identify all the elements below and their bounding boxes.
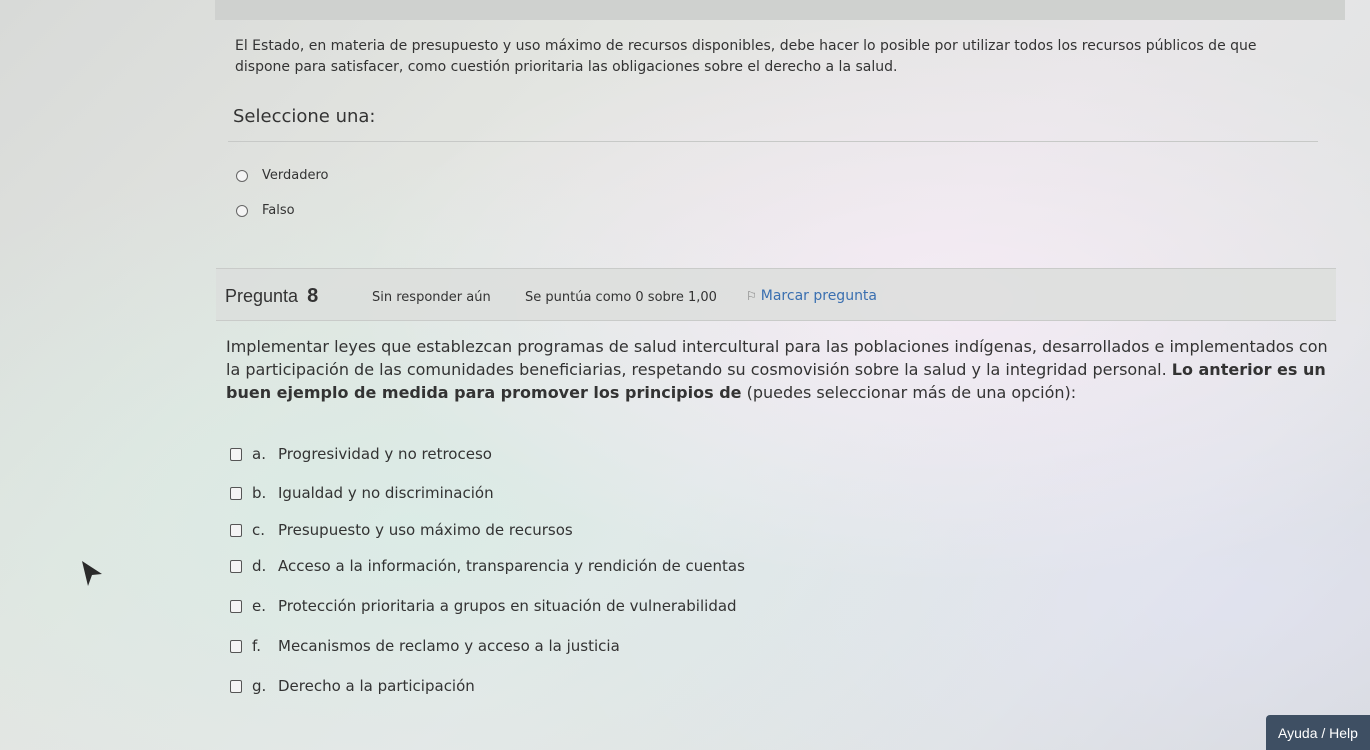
answer-option-f[interactable]: f. Mecanismos de reclamo y acceso a la j… xyxy=(230,637,620,655)
question-state: Sin responder aún xyxy=(372,290,491,305)
checkbox-c[interactable] xyxy=(230,523,242,537)
answer-letter-b: b. xyxy=(252,484,267,502)
answer-letter-a: a. xyxy=(252,445,266,463)
checkbox-a[interactable] xyxy=(230,447,242,461)
option-true[interactable]: Verdadero xyxy=(236,168,328,183)
answer-text-a: Progresividad y no retroceso xyxy=(278,445,492,463)
flag-question-link[interactable]: ⚐ Marcar pregunta xyxy=(746,288,877,304)
question-label: Pregunta xyxy=(225,286,299,306)
answer-text-e: Protección prioritaria a grupos en situa… xyxy=(278,597,737,615)
checkbox-e[interactable] xyxy=(230,599,242,613)
radio-true[interactable] xyxy=(236,169,248,182)
option-true-label: Verdadero xyxy=(262,168,329,183)
divider xyxy=(228,141,1318,142)
answer-option-e[interactable]: e. Protección prioritaria a grupos en si… xyxy=(230,597,737,615)
answer-text-g: Derecho a la participación xyxy=(278,677,475,695)
answer-text-c: Presupuesto y uso máximo de recursos xyxy=(278,521,573,539)
answer-letter-e: e. xyxy=(252,597,266,615)
answer-text-d: Acceso a la información, transparencia y… xyxy=(278,557,745,575)
checkbox-f[interactable] xyxy=(230,639,242,653)
mouse-pointer-icon xyxy=(82,561,102,586)
answer-option-c[interactable]: c. Presupuesto y uso máximo de recursos xyxy=(230,521,573,539)
answer-option-a[interactable]: a. Progresividad y no retroceso xyxy=(230,445,492,463)
top-bar xyxy=(215,0,1345,20)
answer-text-b: Igualdad y no discriminación xyxy=(278,484,494,502)
answer-text-f: Mecanismos de reclamo y acceso a la just… xyxy=(278,637,620,655)
question-text-tail: (puedes seleccionar más de una opción): xyxy=(741,383,1077,402)
select-one-label: Seleccione una: xyxy=(233,106,376,127)
option-false-label: Falso xyxy=(262,203,295,218)
question-text: Implementar leyes que establezcan progra… xyxy=(226,335,1331,404)
answer-option-d[interactable]: d. Acceso a la información, transparenci… xyxy=(230,557,745,575)
answer-option-g[interactable]: g. Derecho a la participación xyxy=(230,677,475,695)
answer-letter-d: d. xyxy=(252,557,267,575)
flag-icon[interactable]: ⚐ xyxy=(746,289,757,303)
option-false[interactable]: Falso xyxy=(236,203,295,218)
help-button[interactable]: Ayuda / Help xyxy=(1266,715,1370,750)
answer-option-b[interactable]: b. Igualdad y no discriminación xyxy=(230,484,494,502)
answer-letter-f: f. xyxy=(252,637,261,655)
checkbox-g[interactable] xyxy=(230,679,242,693)
previous-question-text: El Estado, en materia de presupuesto y u… xyxy=(235,38,1257,75)
question-text-normal: Implementar leyes que establezcan progra… xyxy=(226,337,1328,379)
radio-false[interactable] xyxy=(236,204,248,217)
answer-letter-g: g. xyxy=(252,677,267,695)
checkbox-d[interactable] xyxy=(230,559,242,573)
question-number-value: 8 xyxy=(307,285,319,307)
question-number: Pregunta 8 xyxy=(225,285,318,308)
checkbox-b[interactable] xyxy=(230,486,242,500)
flag-question-label[interactable]: Marcar pregunta xyxy=(761,288,877,304)
answer-letter-c: c. xyxy=(252,521,266,539)
question-grade: Se puntúa como 0 sobre 1,00 xyxy=(525,290,717,305)
